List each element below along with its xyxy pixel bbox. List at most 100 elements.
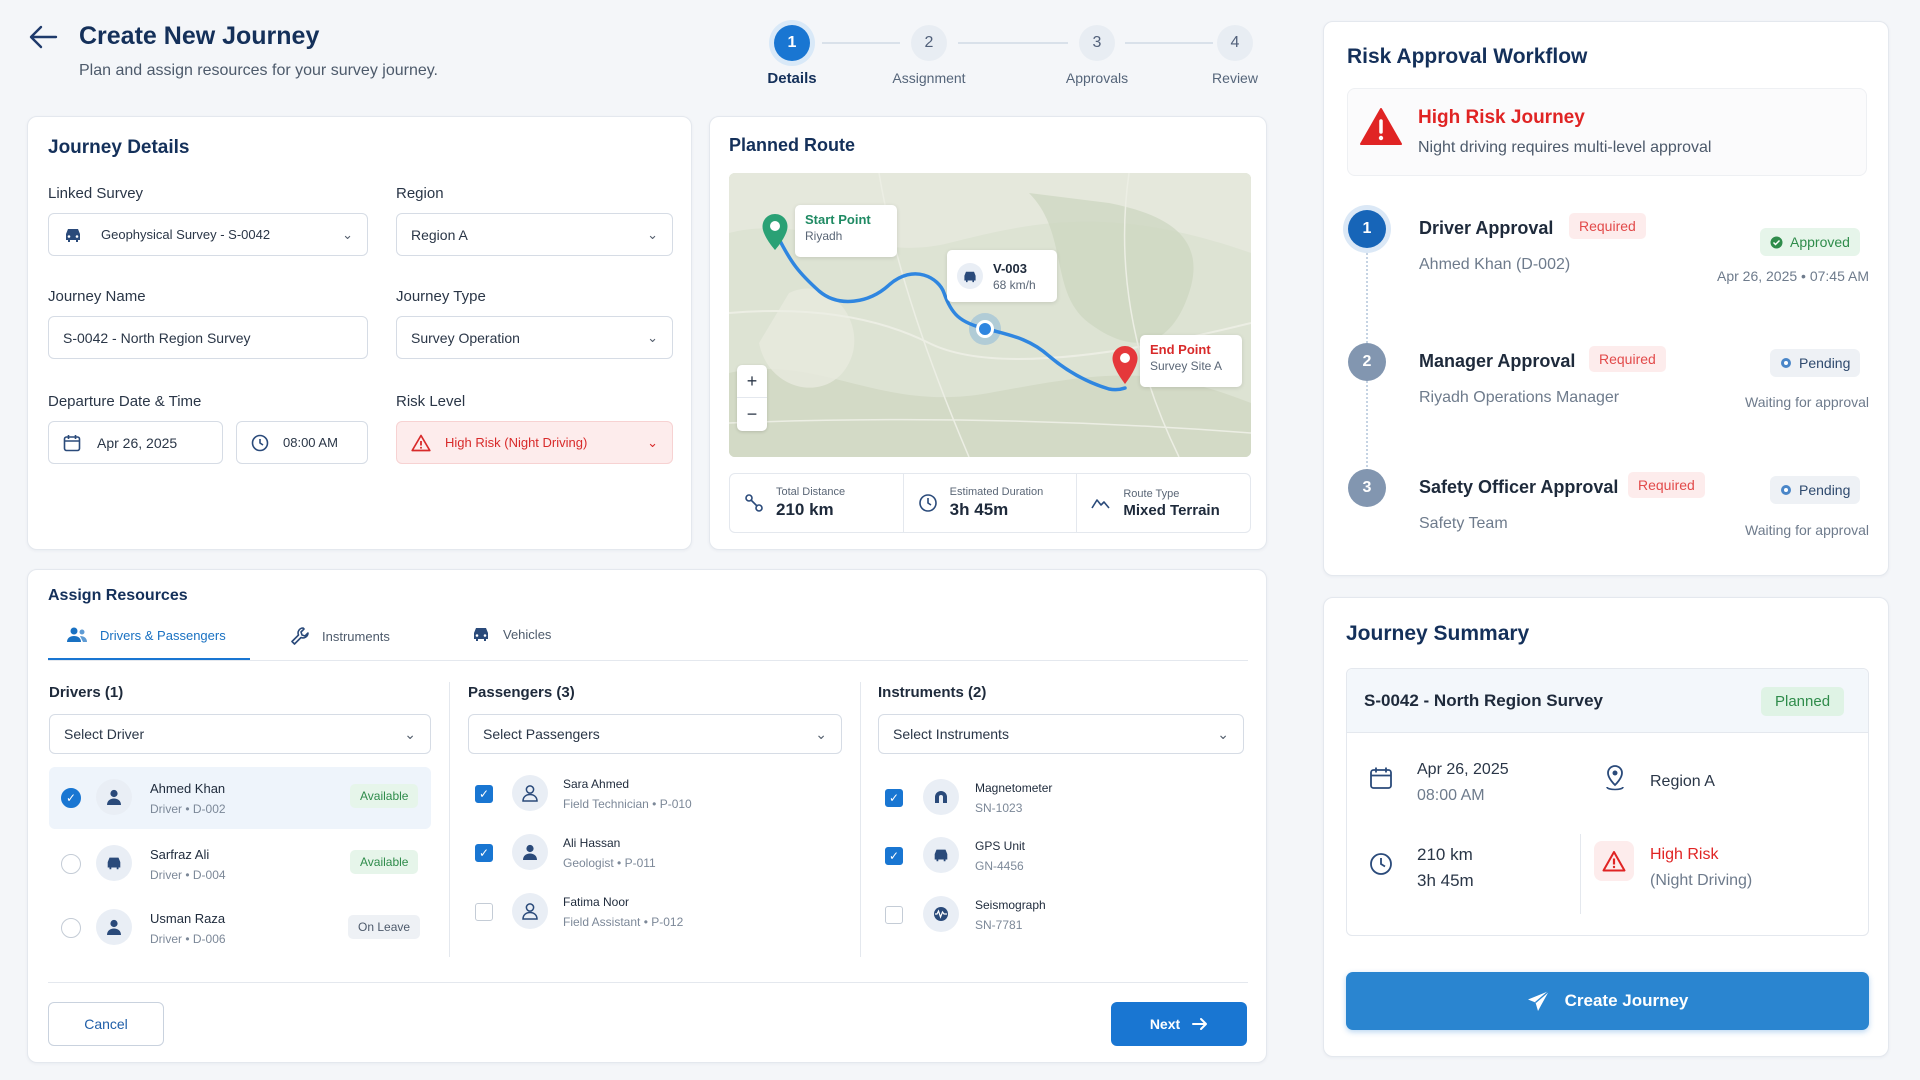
zoom-out-button[interactable]: − xyxy=(737,398,767,431)
journey-name-input[interactable]: S-0042 - North Region Survey xyxy=(48,316,368,359)
workflow-step-time: Apr 26, 2025 • 07:45 AM xyxy=(1716,268,1869,284)
end-point-tooltip: End Point Survey Site A xyxy=(1140,335,1242,387)
summary-risk-sub: (Night Driving) xyxy=(1650,872,1753,889)
calendar-icon xyxy=(1369,766,1393,795)
clock-icon xyxy=(251,434,269,452)
select-instruments-dropdown[interactable]: Select Instruments ⌄ xyxy=(878,714,1244,754)
vehicle-location-marker[interactable] xyxy=(969,313,1001,345)
passenger-name: Ali Hassan xyxy=(563,836,621,850)
step-2-circle[interactable]: 2 xyxy=(911,25,947,61)
time-input[interactable]: 08:00 AM xyxy=(236,421,368,464)
risk-approval-card: Risk Approval Workflow High Risk Journey… xyxy=(1323,21,1889,576)
users-icon xyxy=(66,626,88,644)
driver-sub: Driver • D-004 xyxy=(150,868,226,882)
step-1-circle[interactable]: 1 xyxy=(774,25,810,61)
end-point-title: End Point xyxy=(1150,342,1211,357)
passenger-checkbox[interactable]: ✓ xyxy=(475,844,493,862)
end-pin-icon[interactable] xyxy=(1111,345,1139,390)
clock-icon xyxy=(918,493,938,513)
risk-approval-title: Risk Approval Workflow xyxy=(1347,45,1588,68)
end-point-sub: Survey Site A xyxy=(1150,359,1223,373)
status-label: Pending xyxy=(1799,482,1851,498)
instruments-header: Instruments (2) xyxy=(878,684,987,701)
linked-survey-select[interactable]: Geophysical Survey - S-0042 ⌄ xyxy=(48,213,368,256)
passenger-sub: Field Assistant • P-012 xyxy=(563,915,684,929)
journey-type-label: Journey Type xyxy=(396,288,486,305)
create-journey-label: Create Journey xyxy=(1564,991,1689,1010)
passenger-checkbox[interactable]: ✓ xyxy=(475,785,493,803)
select-passengers-dropdown[interactable]: Select Passengers ⌄ xyxy=(468,714,842,754)
calendar-icon xyxy=(63,434,81,452)
start-point-tooltip: Start Point Riyadh xyxy=(795,205,897,257)
stat-label: Estimated Duration xyxy=(949,486,1044,498)
stepper-line xyxy=(1125,42,1213,44)
driver-radio[interactable]: ✓ xyxy=(61,788,81,808)
instrument-checkbox[interactable] xyxy=(885,906,903,924)
alert-subtitle: Night driving requires multi-level appro… xyxy=(1418,139,1712,156)
workflow-step-title: Manager Approval xyxy=(1419,351,1576,371)
driver-name: Usman Raza xyxy=(150,911,226,926)
region-label: Region xyxy=(396,185,444,202)
passenger-name: Fatima Noor xyxy=(563,895,630,909)
tab-drivers-passengers[interactable]: Drivers & Passengers xyxy=(66,626,226,644)
region-select[interactable]: Region A ⌄ xyxy=(396,213,673,256)
summary-divider xyxy=(1580,834,1581,914)
seismograph-icon xyxy=(923,896,959,932)
stepper-line xyxy=(822,42,900,44)
driver-radio[interactable] xyxy=(61,918,81,938)
workflow-step-time: Waiting for approval xyxy=(1745,394,1869,410)
start-pin-icon[interactable] xyxy=(761,213,789,256)
clock-icon xyxy=(1369,852,1393,881)
driver-radio[interactable] xyxy=(61,854,81,874)
chevron-down-icon: ⌄ xyxy=(647,226,658,242)
instrument-checkbox[interactable]: ✓ xyxy=(885,847,903,865)
passenger-name: Sara Ahmed xyxy=(563,777,630,791)
workflow-step-sub: Ahmed Khan (D-002) xyxy=(1419,256,1571,273)
zoom-in-button[interactable]: + xyxy=(737,365,767,398)
step-3-circle[interactable]: 3 xyxy=(1079,25,1115,61)
risk-level-select[interactable]: High Risk (Night Driving) ⌄ xyxy=(396,421,673,464)
cancel-button[interactable]: Cancel xyxy=(48,1002,164,1046)
tab-label: Instruments xyxy=(322,628,390,644)
date-input[interactable]: Apr 26, 2025 xyxy=(48,421,223,464)
tab-vehicles[interactable]: Vehicles xyxy=(471,626,551,642)
next-button[interactable]: Next xyxy=(1111,1002,1247,1046)
back-arrow-icon[interactable] xyxy=(28,24,58,50)
journey-name-label: Journey Name xyxy=(48,288,146,305)
journey-name-value: S-0042 - North Region Survey xyxy=(63,329,251,346)
required-tag: Required xyxy=(1589,346,1666,372)
summary-time: 08:00 AM xyxy=(1417,787,1485,804)
create-journey-button[interactable]: Create Journey xyxy=(1346,972,1869,1030)
step-4-circle[interactable]: 4 xyxy=(1217,25,1253,61)
journey-details-card: Journey Details Linked Survey Geophysica… xyxy=(27,116,692,550)
passenger-sub: Geologist • P-011 xyxy=(563,856,656,870)
chevron-down-icon: ⌄ xyxy=(647,434,658,450)
start-point-title: Start Point xyxy=(805,212,871,227)
tab-instruments[interactable]: Instruments xyxy=(290,626,390,646)
driver-sub: Driver • D-006 xyxy=(150,932,226,946)
linked-survey-label: Linked Survey xyxy=(48,185,144,202)
driver-sub: Driver • D-002 xyxy=(150,802,226,816)
car-icon xyxy=(63,227,83,243)
step-1-label: Details xyxy=(767,70,817,87)
summary-region: Region A xyxy=(1650,773,1715,790)
passenger-checkbox[interactable] xyxy=(475,903,493,921)
pending-status-badge: Pending xyxy=(1770,476,1861,504)
status-label: Approved xyxy=(1790,234,1850,250)
instrument-checkbox[interactable]: ✓ xyxy=(885,789,903,807)
departure-label: Departure Date & Time xyxy=(48,393,202,410)
stat-label: Total Distance xyxy=(776,486,846,498)
planned-status-badge: Planned xyxy=(1761,687,1845,716)
chevron-down-icon: ⌄ xyxy=(647,329,658,345)
driver-status-badge: Available xyxy=(350,850,419,874)
approved-status-badge: Approved xyxy=(1760,228,1860,256)
driver-status-badge: On Leave xyxy=(348,915,421,939)
passenger-avatar xyxy=(512,893,548,929)
select-driver-dropdown[interactable]: Select Driver ⌄ xyxy=(49,714,431,754)
stepper-line xyxy=(958,42,1068,44)
tab-label: Vehicles xyxy=(503,626,552,642)
route-map[interactable]: Start Point Riyadh V-003 68 km/h End Poi… xyxy=(729,173,1251,457)
car-icon xyxy=(957,263,983,289)
check-circle-icon xyxy=(1770,236,1783,249)
journey-type-select[interactable]: Survey Operation ⌄ xyxy=(396,316,673,359)
